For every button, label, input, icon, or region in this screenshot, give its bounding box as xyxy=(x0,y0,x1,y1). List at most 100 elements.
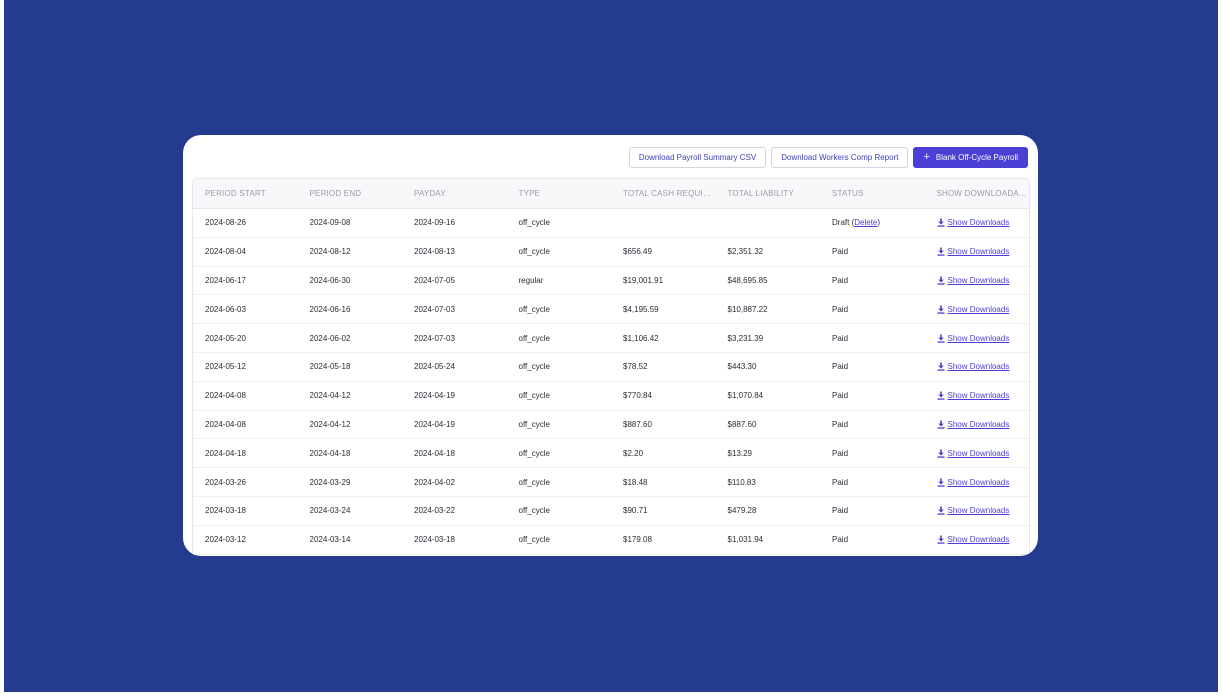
period-end-cell: 2024-05-18 xyxy=(309,362,351,372)
total-liability-cell: $1,070.84 xyxy=(727,391,764,401)
table-row[interactable]: 2024-03-18 2024-03-24 2024-03-22 off_cycle $… xyxy=(193,497,1029,526)
total-liability-cell: $110.83 xyxy=(727,477,756,487)
period-end-cell: 2024-06-16 xyxy=(309,304,351,314)
total-liability-cell: $13.29 xyxy=(727,448,752,458)
download-icon xyxy=(937,334,945,343)
toolbar: Download Payroll Summary CSV Download Wo… xyxy=(628,147,1028,168)
show-downloads-link[interactable]: Show Downloads xyxy=(948,420,1010,429)
show-downloads-cell: Show Downloads xyxy=(925,305,1030,314)
table-row[interactable]: 2024-03-26 2024-03-29 2024-04-02 off_cycle $… xyxy=(193,468,1029,497)
show-downloads-link[interactable]: Show Downloads xyxy=(948,391,1010,400)
payroll-history-card: Download Payroll Summary CSV Download Wo… xyxy=(183,135,1038,556)
type-cell: off_cycle xyxy=(518,391,550,401)
table-row[interactable]: 2024-04-08 2024-04-12 2024-04-19 off_cycle $… xyxy=(193,382,1029,411)
total-cash-required-cell: $78.52 xyxy=(623,362,648,372)
download-icon xyxy=(937,391,945,400)
show-downloads-link[interactable]: Show Downloads xyxy=(948,276,1010,285)
status-text: Draft xyxy=(832,218,850,228)
blank-off-cycle-payroll-label: Blank Off-Cycle Payroll xyxy=(935,153,1018,162)
column-header-period-start[interactable]: PERIOD START xyxy=(193,189,298,198)
total-cash-required-cell: $90.71 xyxy=(623,506,648,516)
download-icon xyxy=(937,276,945,285)
show-downloads-link[interactable]: Show Downloads xyxy=(948,247,1010,256)
period-start-cell: 2024-04-08 xyxy=(205,419,246,429)
download-workers-comp-report-button[interactable]: Download Workers Comp Report xyxy=(771,147,909,168)
type-cell: off_cycle xyxy=(518,448,550,458)
delete-draft-link[interactable]: Delete xyxy=(854,218,877,227)
table-row[interactable]: 2024-04-18 2024-04-18 2024-04-18 off_cycle $… xyxy=(193,439,1029,469)
status-cell: Paid xyxy=(832,275,849,285)
column-header-payday[interactable]: PAYDAY xyxy=(402,189,507,198)
column-header-period-end[interactable]: PERIOD END xyxy=(298,189,403,198)
total-cash-required-cell: $887.60 xyxy=(623,419,652,429)
period-end-cell: 2024-04-12 xyxy=(309,391,351,401)
show-downloads-link[interactable]: Show Downloads xyxy=(948,449,1010,458)
download-icon xyxy=(937,449,945,458)
period-start-cell: 2024-05-20 xyxy=(205,333,246,343)
column-header-status[interactable]: STATUS xyxy=(820,189,925,198)
total-cash-required-cell: $179.08 xyxy=(623,535,652,545)
type-cell: off_cycle xyxy=(518,247,550,257)
table-row[interactable]: 2024-03-062024-03-072024-03-15off_cycle$… xyxy=(193,555,1029,556)
table-row[interactable]: 2024-05-12 2024-05-18 2024-05-24 off_cycle $… xyxy=(193,353,1029,382)
total-liability-cell: $443.30 xyxy=(727,362,757,372)
download-icon xyxy=(937,305,945,314)
table-row[interactable]: 2024-06-17 2024-06-30 2024-07-05 regular $19… xyxy=(193,267,1029,296)
show-downloads-cell: Show Downloads xyxy=(925,334,1030,343)
type-cell: regular xyxy=(518,275,544,285)
show-downloads-cell: Show Downloads xyxy=(925,478,1030,487)
payrolls-table: PERIOD START PERIOD END PAYDAY TYPE TOTA… xyxy=(192,178,1030,556)
column-header-total-cash-required[interactable]: TOTAL CASH REQUIR... xyxy=(611,189,716,198)
type-cell: off_cycle xyxy=(518,362,550,372)
status-cell: Draft (Delete) xyxy=(832,218,881,228)
download-icon xyxy=(937,218,945,228)
period-start-cell: 2024-04-08 xyxy=(205,391,246,401)
status-cell: Paid xyxy=(832,506,849,516)
payday-cell: 2024-07-03 xyxy=(414,304,455,314)
download-payroll-summary-csv-button[interactable]: Download Payroll Summary CSV xyxy=(628,147,767,168)
show-downloads-cell: Show Downloads xyxy=(925,362,1030,371)
type-cell: off_cycle xyxy=(518,333,550,343)
payday-cell: 2024-09-16 xyxy=(414,218,455,228)
table-row[interactable]: 2024-08-04 2024-08-12 2024-08-13 off_cycle $… xyxy=(193,238,1029,267)
period-end-cell: 2024-03-14 xyxy=(309,535,351,545)
table-row[interactable]: 2024-08-26 2024-09-08 2024-09-16 off_cycle D… xyxy=(193,209,1029,238)
period-end-cell: 2024-09-08 xyxy=(309,218,351,228)
table-row[interactable]: 2024-05-20 2024-06-02 2024-07-03 off_cycle $… xyxy=(193,324,1029,353)
table-row[interactable]: 2024-03-12 2024-03-14 2024-03-18 off_cycle $… xyxy=(193,526,1029,555)
show-downloads-link[interactable]: Show Downloads xyxy=(948,218,1010,227)
blank-off-cycle-payroll-button[interactable]: + Blank Off-Cycle Payroll xyxy=(913,147,1028,168)
plus-icon: + xyxy=(923,151,930,163)
type-cell: off_cycle xyxy=(518,304,550,314)
show-downloads-link[interactable]: Show Downloads xyxy=(948,535,1010,544)
table-row[interactable]: 2024-04-08 2024-04-12 2024-04-19 off_cycle $… xyxy=(193,411,1029,440)
show-downloads-link[interactable]: Show Downloads xyxy=(948,305,1010,314)
period-start-cell: 2024-06-17 xyxy=(205,275,246,285)
period-start-cell: 2024-04-18 xyxy=(205,448,246,458)
period-start-cell: 2024-03-18 xyxy=(205,506,246,516)
show-downloads-link[interactable]: Show Downloads xyxy=(948,506,1010,515)
column-header-show-downloads[interactable]: SHOW DOWNLOADA... xyxy=(925,189,1030,198)
payday-cell: 2024-05-24 xyxy=(414,362,455,372)
period-start-cell: 2024-03-26 xyxy=(205,477,246,487)
status-cell: Paid xyxy=(832,247,849,257)
period-start-cell: 2024-03-12 xyxy=(205,535,246,545)
total-liability-cell: $1,031.94 xyxy=(727,535,764,545)
column-header-total-liability[interactable]: TOTAL LIABILITY xyxy=(716,189,821,198)
total-cash-required-cell: $1,106.42 xyxy=(623,333,659,343)
status-cell: Paid xyxy=(832,535,849,545)
table-header: PERIOD START PERIOD END PAYDAY TYPE TOTA… xyxy=(193,179,1029,209)
total-cash-required-cell: $770.84 xyxy=(623,391,652,401)
payday-cell: 2024-08-13 xyxy=(414,247,455,257)
payday-cell: 2024-04-19 xyxy=(414,419,455,429)
total-liability-cell: $3,231.39 xyxy=(727,333,764,343)
show-downloads-link[interactable]: Show Downloads xyxy=(948,362,1010,371)
show-downloads-cell: Show Downloads xyxy=(925,506,1030,515)
column-header-type[interactable]: TYPE xyxy=(507,189,612,198)
payday-cell: 2024-04-18 xyxy=(414,448,455,458)
type-cell: off_cycle xyxy=(518,506,550,516)
show-downloads-link[interactable]: Show Downloads xyxy=(948,334,1010,343)
show-downloads-cell: Show Downloads xyxy=(925,276,1030,285)
show-downloads-link[interactable]: Show Downloads xyxy=(948,478,1010,487)
table-row[interactable]: 2024-06-03 2024-06-16 2024-07-03 off_cycle $… xyxy=(193,295,1030,325)
